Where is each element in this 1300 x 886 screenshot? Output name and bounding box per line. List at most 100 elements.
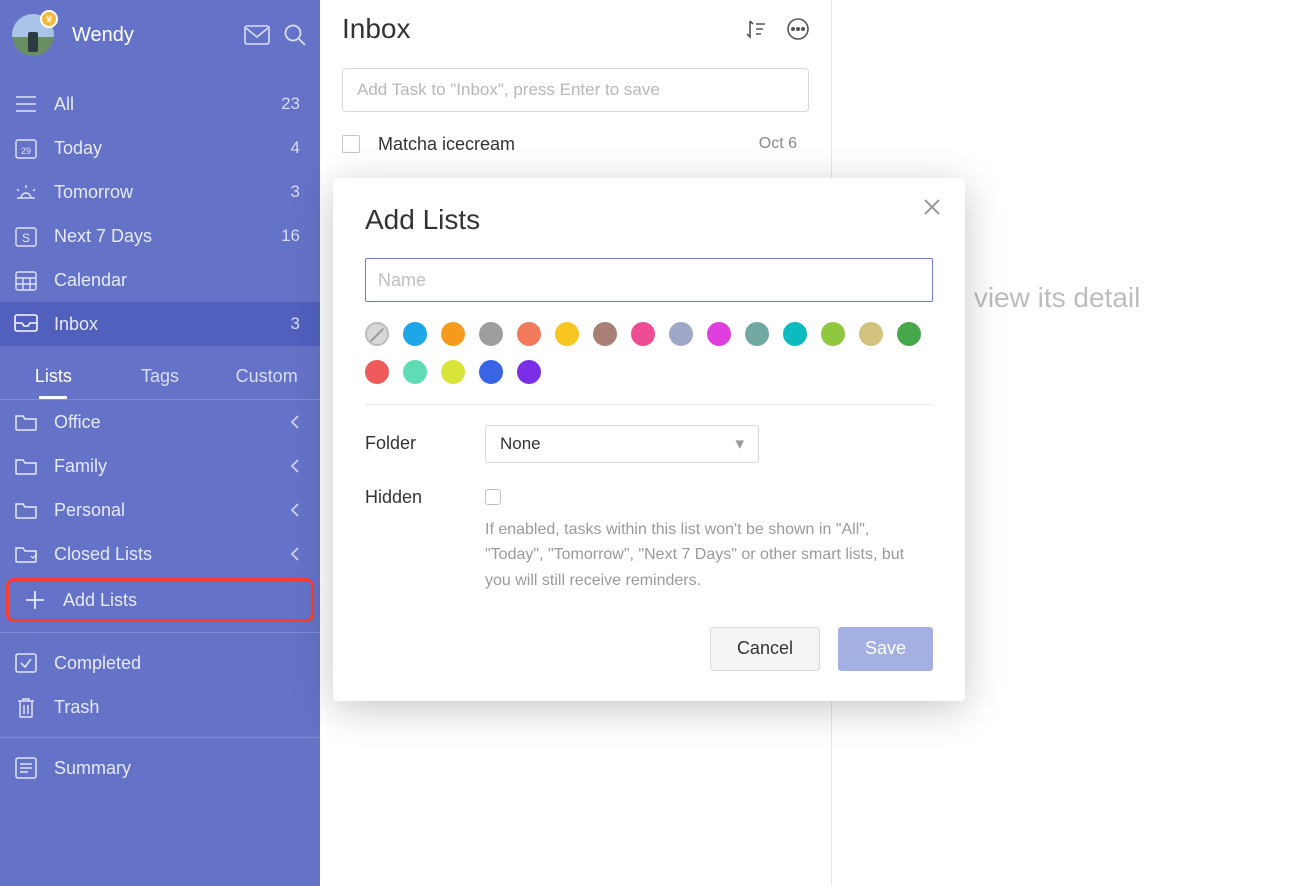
hidden-row: Hidden If enabled, tasks within this lis… bbox=[365, 479, 933, 593]
color-swatch[interactable] bbox=[859, 322, 883, 346]
hidden-checkbox[interactable] bbox=[485, 489, 501, 505]
color-none[interactable] bbox=[365, 322, 389, 346]
color-swatch[interactable] bbox=[441, 360, 465, 384]
color-swatch[interactable] bbox=[745, 322, 769, 346]
tab-lists[interactable]: Lists bbox=[0, 354, 107, 399]
mail-icon[interactable] bbox=[244, 25, 270, 45]
chevron-left-icon bbox=[290, 459, 300, 473]
color-swatch[interactable] bbox=[479, 322, 503, 346]
nav-count: 4 bbox=[291, 138, 300, 158]
more-icon[interactable] bbox=[787, 18, 809, 40]
divider bbox=[0, 632, 320, 633]
page-title: Inbox bbox=[342, 13, 725, 45]
nav-count: 16 bbox=[281, 226, 300, 246]
task-date: Oct 6 bbox=[759, 135, 797, 153]
nav-calendar[interactable]: Calendar bbox=[0, 258, 320, 302]
folder-icon bbox=[14, 454, 38, 478]
avatar[interactable]: ♛ bbox=[12, 14, 54, 56]
sort-icon[interactable] bbox=[745, 18, 767, 40]
sunrise-icon bbox=[14, 180, 38, 204]
nav-label: Today bbox=[54, 138, 291, 159]
folder-icon bbox=[14, 410, 38, 434]
tab-custom[interactable]: Custom bbox=[213, 354, 320, 399]
color-swatch[interactable] bbox=[517, 360, 541, 384]
sidebar-tabs: Lists Tags Custom bbox=[0, 354, 320, 400]
plus-icon bbox=[23, 588, 47, 612]
summary-icon bbox=[14, 756, 38, 780]
check-icon bbox=[14, 651, 38, 675]
nav-label: Calendar bbox=[54, 270, 300, 291]
add-lists-label: Add Lists bbox=[63, 590, 137, 611]
folder-label: Personal bbox=[54, 500, 290, 521]
color-swatch[interactable] bbox=[593, 322, 617, 346]
list-name-input[interactable] bbox=[365, 258, 933, 302]
nav-today[interactable]: 29 Today 4 bbox=[0, 126, 320, 170]
tab-tags[interactable]: Tags bbox=[107, 354, 214, 399]
nav-trash[interactable]: Trash bbox=[0, 685, 320, 729]
nav-label: Next 7 Days bbox=[54, 226, 281, 247]
folder-row: Folder None ▾ bbox=[365, 425, 933, 463]
folder-select[interactable]: None ▾ bbox=[485, 425, 759, 463]
add-lists-button[interactable]: Add Lists bbox=[6, 578, 314, 622]
nav-label: Summary bbox=[54, 758, 300, 779]
divider bbox=[365, 404, 933, 405]
nav-count: 3 bbox=[291, 182, 300, 202]
nav-label: Tomorrow bbox=[54, 182, 291, 203]
chevron-left-icon bbox=[290, 503, 300, 517]
color-swatch[interactable] bbox=[555, 322, 579, 346]
color-swatch[interactable] bbox=[631, 322, 655, 346]
caret-down-icon: ▾ bbox=[735, 434, 744, 454]
color-swatch[interactable] bbox=[707, 322, 731, 346]
task-checkbox[interactable] bbox=[342, 135, 360, 153]
nav-label: Trash bbox=[54, 697, 300, 718]
trash-icon bbox=[14, 695, 38, 719]
nav-tomorrow[interactable]: Tomorrow 3 bbox=[0, 170, 320, 214]
nav-label: Completed bbox=[54, 653, 300, 674]
hidden-label: Hidden bbox=[365, 479, 485, 508]
chevron-left-icon bbox=[290, 415, 300, 429]
folder-label: Office bbox=[54, 412, 290, 433]
color-swatch[interactable] bbox=[897, 322, 921, 346]
avatar-badge: ♛ bbox=[40, 10, 58, 28]
modal-actions: Cancel Save bbox=[365, 627, 933, 671]
color-swatch[interactable] bbox=[403, 322, 427, 346]
divider bbox=[0, 737, 320, 738]
color-swatch[interactable] bbox=[669, 322, 693, 346]
search-icon[interactable] bbox=[284, 24, 306, 46]
folder-personal[interactable]: Personal bbox=[0, 488, 320, 532]
folder-icon bbox=[14, 498, 38, 522]
color-swatch[interactable] bbox=[821, 322, 845, 346]
color-swatch[interactable] bbox=[403, 360, 427, 384]
color-swatch[interactable] bbox=[365, 360, 389, 384]
color-swatch[interactable] bbox=[479, 360, 503, 384]
nav-completed[interactable]: Completed bbox=[0, 641, 320, 685]
folder-closed-lists[interactable]: Closed Lists bbox=[0, 532, 320, 576]
color-swatch[interactable] bbox=[441, 322, 465, 346]
sidebar: ♛ Wendy All 23 29 Today 4 Tomorrow 3 bbox=[0, 0, 320, 886]
modal-title: Add Lists bbox=[365, 204, 933, 236]
folder-label: Family bbox=[54, 456, 290, 477]
task-title: Matcha icecream bbox=[378, 134, 759, 155]
folders: Office Family Personal Closed Lists Add … bbox=[0, 400, 320, 624]
nav-count: 3 bbox=[291, 314, 300, 334]
color-swatch[interactable] bbox=[783, 322, 807, 346]
color-swatch[interactable] bbox=[517, 322, 541, 346]
folder-label: Closed Lists bbox=[54, 544, 290, 565]
folder-office[interactable]: Office bbox=[0, 400, 320, 444]
sidebar-header: ♛ Wendy bbox=[0, 0, 320, 66]
list-icon bbox=[14, 92, 38, 116]
nav-summary[interactable]: Summary bbox=[0, 746, 320, 790]
nav-next7days[interactable]: S Next 7 Days 16 bbox=[0, 214, 320, 258]
task-row[interactable]: Matcha icecream Oct 6 bbox=[320, 124, 831, 164]
cancel-button[interactable]: Cancel bbox=[710, 627, 820, 671]
nav-all[interactable]: All 23 bbox=[0, 82, 320, 126]
add-task-input[interactable] bbox=[342, 68, 809, 112]
hidden-hint: If enabled, tasks within this list won't… bbox=[485, 517, 925, 593]
close-icon[interactable] bbox=[923, 198, 941, 216]
nav-inbox[interactable]: Inbox 3 bbox=[0, 302, 320, 346]
folder-label: Folder bbox=[365, 425, 485, 454]
color-swatches bbox=[365, 322, 933, 384]
folder-family[interactable]: Family bbox=[0, 444, 320, 488]
nav-label: All bbox=[54, 94, 281, 115]
save-button[interactable]: Save bbox=[838, 627, 933, 671]
